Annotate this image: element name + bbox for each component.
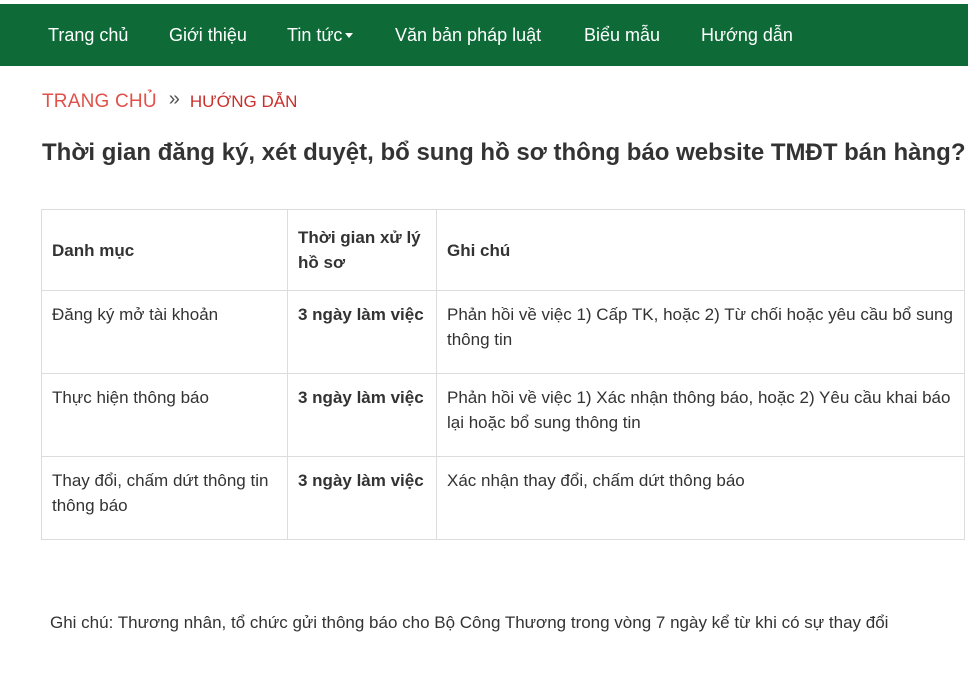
column-header-processing-time: Thời gian xử lý hồ sơ bbox=[287, 209, 437, 291]
table-row: Đăng ký mở tài khoản 3 ngày làm việc Phả… bbox=[41, 290, 965, 374]
page-title: Thời gian đăng ký, xét duyệt, bổ sung hồ… bbox=[42, 139, 966, 166]
table-cell-processing-time: 3 ngày làm việc bbox=[287, 373, 437, 457]
chevron-down-icon bbox=[345, 32, 354, 38]
footnote: Ghi chú: Thương nhân, tổ chức gửi thông … bbox=[50, 613, 889, 632]
breadcrumb-current-link[interactable]: HƯỚNG DẪN bbox=[190, 92, 298, 111]
table-cell-processing-time: 3 ngày làm việc bbox=[287, 456, 437, 540]
main-navbar: Trang chủ Giới thiệu Tin tức Văn bản phá… bbox=[0, 4, 968, 66]
column-header-notes: Ghi chú bbox=[436, 209, 965, 291]
nav-item-news[interactable]: Tin tức bbox=[287, 4, 354, 66]
table-row: Thực hiện thông báo 3 ngày làm việc Phản… bbox=[41, 373, 965, 457]
nav-item-about[interactable]: Giới thiệu bbox=[169, 4, 247, 66]
processing-time-table: Danh mục Thời gian xử lý hồ sơ Ghi chú Đ… bbox=[41, 209, 965, 540]
breadcrumb: TRANG CHỦ » HƯỚNG DẪN bbox=[42, 88, 298, 118]
nav-item-guides[interactable]: Hướng dẫn bbox=[701, 4, 793, 66]
nav-item-news-label: Tin tức bbox=[287, 25, 343, 45]
table-cell-processing-time: 3 ngày làm việc bbox=[287, 290, 437, 374]
nav-item-legal-documents[interactable]: Văn bản pháp luật bbox=[395, 4, 541, 66]
nav-item-forms[interactable]: Biểu mẫu bbox=[584, 4, 660, 66]
table-row: Thay đổi, chấm dứt thông tin thông báo 3… bbox=[41, 456, 965, 540]
column-header-category: Danh mục bbox=[41, 209, 288, 291]
table-header-row: Danh mục Thời gian xử lý hồ sơ Ghi chú bbox=[41, 209, 965, 291]
breadcrumb-separator: » bbox=[168, 88, 180, 110]
table-cell-notes: Xác nhận thay đổi, chấm dứt thông báo bbox=[436, 456, 965, 540]
breadcrumb-home-link[interactable]: TRANG CHỦ bbox=[42, 91, 157, 112]
table-cell-notes: Phản hồi về việc 1) Cấp TK, hoặc 2) Từ c… bbox=[436, 290, 965, 374]
nav-item-home[interactable]: Trang chủ bbox=[48, 4, 128, 66]
table-cell-category: Đăng ký mở tài khoản bbox=[41, 290, 288, 374]
table-cell-category: Thay đổi, chấm dứt thông tin thông báo bbox=[41, 456, 288, 540]
table-cell-notes: Phản hồi về việc 1) Xác nhận thông báo, … bbox=[436, 373, 965, 457]
table-cell-category: Thực hiện thông báo bbox=[41, 373, 288, 457]
